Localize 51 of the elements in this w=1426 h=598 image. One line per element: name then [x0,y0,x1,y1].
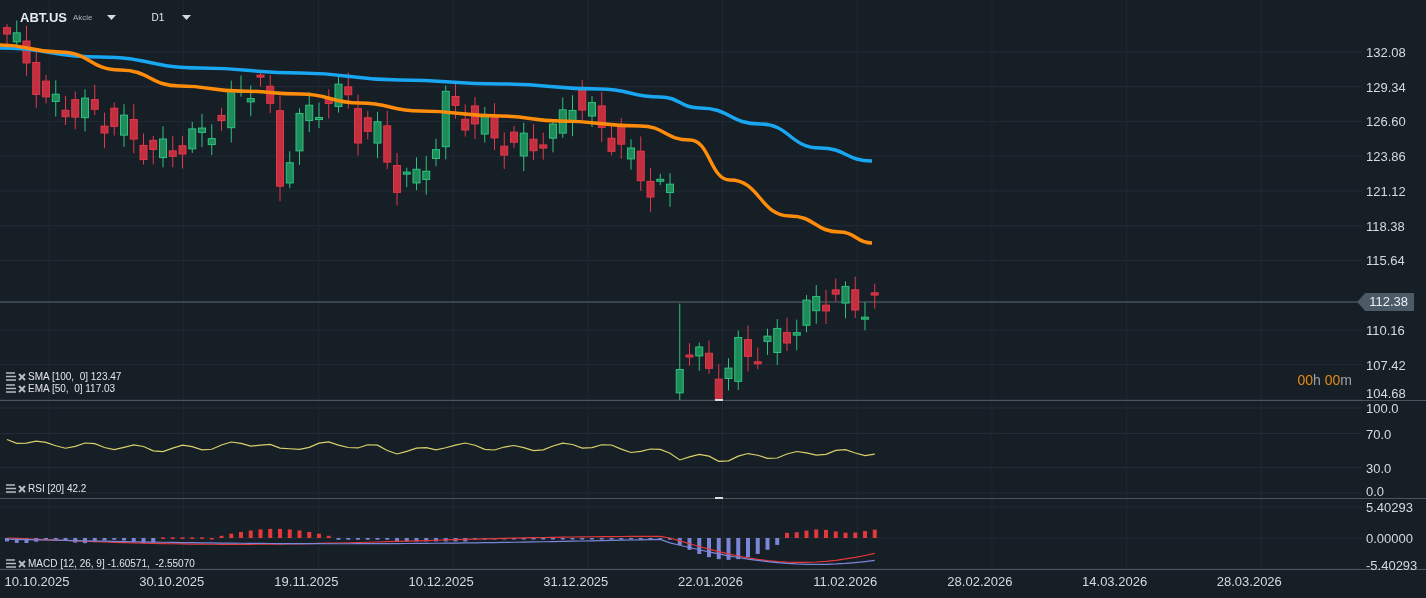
rsi-axis-label: 30.0 [1366,460,1392,475]
date-axis-label: 10.12.2025 [408,574,474,589]
price-axis-label: 115.64 [1366,252,1405,268]
rsi-axis-label: 100.0 [1366,400,1399,416]
date-axis-label: 31.12.2025 [543,574,609,589]
macd-axis-label: 5.40293 [1366,499,1413,515]
date-axis-label: 22.01.2026 [677,574,744,589]
close-icon[interactable] [18,372,26,381]
price-axis-label: 126.60 [1366,114,1406,129]
price-axis-label: 121.12 [1366,183,1406,199]
indicator-legend: SMA [100, 0] 123.47 [28,371,122,382]
countdown-text: 00 [1324,372,1341,388]
countdown-text: 00 [1297,372,1313,388]
price-axis-label: 118.38 [1366,218,1405,234]
symbol-name[interactable]: ABT.US [20,10,67,25]
date-axis-label: 28.02.2026 [947,574,1013,589]
lines-icon[interactable] [6,559,16,568]
date-axis-label: 11.02.2026 [813,574,878,589]
date-axis-label: 30.10.2025 [139,574,205,589]
indicator-legend: EMA [50, 0] 117.03 [28,383,116,394]
macd-axis-label: 0.00000 [1366,530,1413,546]
pane-resize-handle[interactable] [715,497,723,499]
date-axis-label: 28.03.2026 [1216,574,1282,589]
rsi-axis-label: 70.0 [1366,426,1392,441]
indicator-legend: RSI [20] 42.2 [28,483,87,494]
date-axis-label: 14.03.2026 [1082,574,1148,589]
last-price-tag: 112.38 [1357,293,1414,311]
close-icon[interactable] [18,384,26,393]
lines-icon[interactable] [6,372,16,381]
countdown-text: m [1340,372,1352,388]
caret-icon[interactable] [106,15,116,20]
close-icon[interactable] [18,484,26,493]
countdown-text: h [1312,372,1321,388]
price-axis-label: 104.68 [1366,385,1406,401]
price-axis-label: 129.34 [1366,79,1406,95]
caret-icon[interactable] [182,15,192,20]
date-axis-label: 19.11.2025 [274,574,339,589]
price-axis-label: 107.42 [1366,357,1406,373]
pane-resize-handle[interactable] [715,399,723,401]
indicator-legend: MACD [12, 26, 9] -1.60571, -2.55070 [28,558,195,569]
price-axis-label: 132.08 [1366,44,1406,60]
timeframe[interactable]: D1 [151,12,165,23]
date-axis-label: 10.10.2025 [4,574,70,589]
price-axis-label: 110.16 [1366,322,1405,338]
rsi-axis-label: 0.0 [1366,483,1385,499]
price-axis-label: 123.86 [1366,148,1406,164]
lines-icon[interactable] [6,384,16,393]
lines-icon[interactable] [6,484,16,493]
macd-axis-label: -5.40293 [1366,557,1418,573]
asset-type: Akcie [72,13,93,22]
close-icon[interactable] [18,559,26,568]
